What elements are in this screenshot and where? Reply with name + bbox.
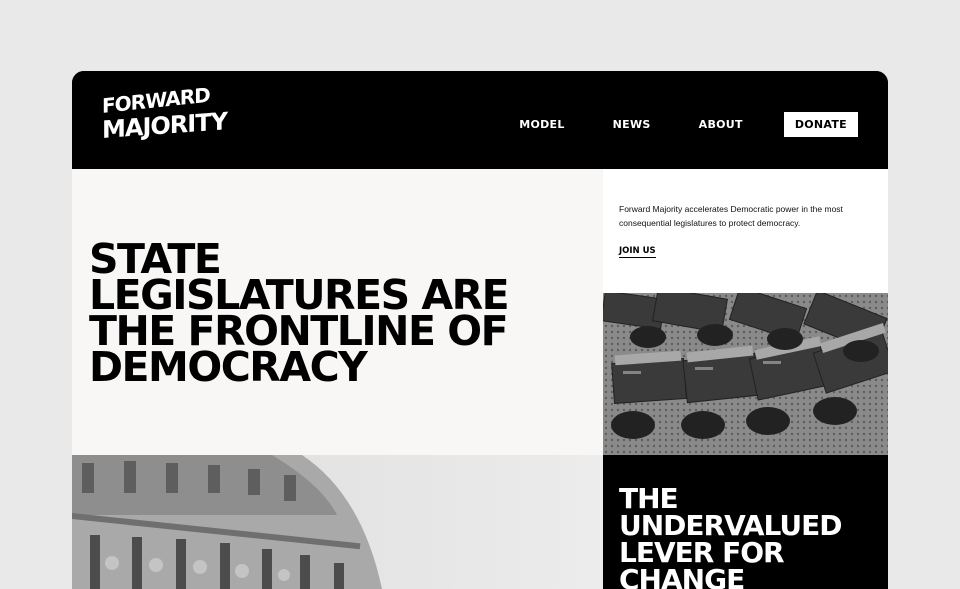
nav-model-link[interactable]: MODEL xyxy=(519,118,564,131)
capitol-dome-photo xyxy=(72,455,603,589)
hero-headline-panel: STATE LEGISLATURES ARE THE FRONTLINE OF … xyxy=(72,169,603,455)
desks-photo-graphic xyxy=(603,293,888,455)
site-frame: FORWARD MAJORITY MODEL NEWS ABOUT DONATE… xyxy=(72,71,888,589)
nav-news-link[interactable]: NEWS xyxy=(613,118,651,131)
lever-heading: THE UNDERVALUED LEVER FOR CHANGE xyxy=(619,485,842,589)
hero-headline: STATE LEGISLATURES ARE THE FRONTLINE OF … xyxy=(89,239,510,388)
logo-line-2: MAJORITY xyxy=(102,107,227,144)
dome-photo-graphic xyxy=(72,455,382,589)
undervalued-lever-panel: THE UNDERVALUED LEVER FOR CHANGE xyxy=(603,455,888,589)
donate-button[interactable]: DONATE xyxy=(783,112,858,137)
hero-intro-panel: Forward Majority accelerates Democratic … xyxy=(603,169,888,293)
lever-heading-line: CHANGE xyxy=(619,563,745,589)
main-nav: MODEL NEWS ABOUT DONATE xyxy=(519,112,858,137)
hero-blurb: Forward Majority accelerates Democratic … xyxy=(619,204,843,228)
legislature-desks-photo xyxy=(603,293,888,455)
join-us-link[interactable]: JOIN US xyxy=(619,246,656,258)
nav-about-link[interactable]: ABOUT xyxy=(699,118,743,131)
headline-line: DEMOCRACY xyxy=(89,343,368,391)
site-header: FORWARD MAJORITY MODEL NEWS ABOUT DONATE xyxy=(72,71,888,169)
forward-majority-logo[interactable]: FORWARD MAJORITY xyxy=(102,83,227,152)
